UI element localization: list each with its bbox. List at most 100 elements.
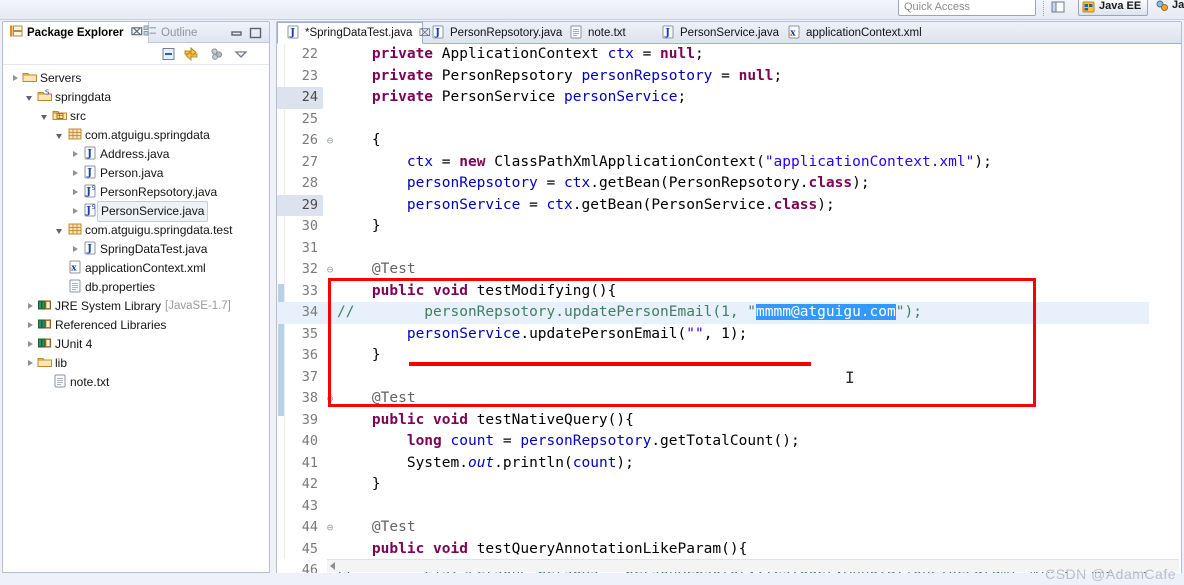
- filters-icon[interactable]: [209, 46, 225, 62]
- code-text: private ApplicationContext ctx = null;: [371, 46, 704, 62]
- view-menu-icon[interactable]: [233, 46, 249, 62]
- code-line[interactable]: 43: [277, 496, 1149, 518]
- chevron-down-icon[interactable]: [54, 126, 67, 145]
- code-line[interactable]: 22 private ApplicationContext ctx = null…: [277, 44, 1149, 66]
- java-file-icon: J: [82, 164, 100, 183]
- tree-item-personrepsotory-java[interactable]: J S PersonRepsotory.java: [3, 183, 269, 202]
- editor-tab-note-txt[interactable]: note.txt: [561, 22, 653, 44]
- tree-item-com-atguigu-springdata-test[interactable]: com.atguigu.springdata.test: [3, 221, 269, 240]
- code-text: // personRepsotory.updatePersonEmail(1, …: [337, 304, 922, 320]
- code-line[interactable]: 30 }: [277, 216, 1149, 238]
- scroll-left-icon[interactable]: [330, 562, 335, 570]
- chevron-right-icon[interactable]: [69, 183, 82, 202]
- chevron-right-icon[interactable]: [69, 240, 82, 259]
- tab-outline[interactable]: Outline: [137, 22, 203, 43]
- editor-tab-applicationcontext-xml[interactable]: x applicationContext.xml: [779, 22, 929, 44]
- tree-item-lib[interactable]: lib: [3, 354, 269, 373]
- tree-item-applicationcontext-xml[interactable]: x applicationContext.xml: [3, 259, 269, 278]
- code-line[interactable]: 26 ⊖ {: [277, 130, 1149, 152]
- fold-collapse-icon[interactable]: ⊖: [323, 517, 337, 539]
- code-line[interactable]: 33 public void testModifying(){: [277, 281, 1149, 303]
- code-line[interactable]: 40 long count = personRepsotory.getTotal…: [277, 431, 1149, 453]
- code-text: public void testQueryAnnotationLikeParam…: [371, 540, 748, 557]
- code-line[interactable]: 41 System.out.println(count);: [277, 453, 1149, 475]
- perspective-java-ee-button[interactable]: Java EE: [1078, 0, 1148, 16]
- svg-text:S: S: [92, 204, 96, 211]
- java-perspective-icon: [1155, 0, 1169, 13]
- tree-item-servers[interactable]: Servers: [3, 69, 269, 88]
- source-editor[interactable]: 22 private ApplicationContext ctx = null…: [277, 44, 1181, 573]
- code-line[interactable]: 25: [277, 109, 1149, 131]
- open-perspective-icon[interactable]: [1050, 0, 1066, 15]
- collapse-all-icon[interactable]: [161, 46, 177, 62]
- editor-tab-label: PersonRepsotory.java: [450, 27, 563, 39]
- tree-item-referenced-libraries[interactable]: Referenced Libraries: [3, 316, 269, 335]
- code-line[interactable]: 29 personService = ctx.getBean(PersonSer…: [277, 194, 1149, 216]
- tree-item-junit-4[interactable]: JUnit 4: [3, 335, 269, 354]
- editor-tab-springdatatest-java[interactable]: J *SpringDataTest.java ⌧: [277, 22, 431, 44]
- perspective-java-button[interactable]: Java: [1152, 0, 1184, 16]
- fold-collapse-icon[interactable]: ⊖: [323, 259, 337, 281]
- chevron-right-icon[interactable]: [69, 164, 82, 183]
- chevron-down-icon[interactable]: [54, 221, 67, 240]
- tree-item-jre-system-library[interactable]: JRE System Library [JavaSE-1.7]: [3, 297, 269, 316]
- tree-item-springdata[interactable]: Sspringdata: [3, 88, 269, 107]
- tree-item-label: springdata: [55, 90, 112, 104]
- tab-package-explorer[interactable]: Package Explorer ⌧: [3, 22, 150, 43]
- chevron-right-icon[interactable]: [9, 69, 22, 88]
- chevron-right-icon[interactable]: [24, 297, 37, 316]
- code-line[interactable]: 31: [277, 238, 1149, 260]
- tree-item-src[interactable]: src: [3, 107, 269, 126]
- chevron-right-icon[interactable]: [24, 354, 37, 373]
- chevron-right-icon[interactable]: [24, 316, 37, 335]
- code-line[interactable]: 42 }: [277, 474, 1149, 496]
- code-line[interactable]: 32 ⊖ @Test: [277, 259, 1149, 281]
- tree-item-springdatatest-java[interactable]: J SpringDataTest.java: [3, 240, 269, 259]
- code-line[interactable]: 38 ⊖ @Test: [277, 388, 1149, 410]
- tree-item-com-atguigu-springdata[interactable]: com.atguigu.springdata: [3, 126, 269, 145]
- code-line[interactable]: 45 public void testQueryAnnotationLikePa…: [277, 539, 1149, 561]
- code-line[interactable]: 34 // personRepsotory.updatePersonEmail(1…: [277, 302, 1149, 324]
- code-line[interactable]: 28 personRepsotory = ctx.getBean(PersonR…: [277, 173, 1149, 195]
- java-file-s-icon: JS: [82, 202, 100, 221]
- editor-tab-personservice-java[interactable]: J PersonService.java: [653, 22, 779, 44]
- code-line[interactable]: 39 public void testNativeQuery(){: [277, 410, 1149, 432]
- quick-access-input[interactable]: Quick Access: [898, 0, 1036, 16]
- editor-tab-personrepsotory-java[interactable]: J PersonRepsotory.java: [423, 22, 563, 44]
- line-number: 40: [301, 433, 318, 449]
- tree-item-address-java[interactable]: J Address.java: [3, 145, 269, 164]
- code-line[interactable]: 37: [277, 367, 1149, 389]
- code-text: System.out.println(count);: [406, 454, 634, 471]
- java-file-icon: J: [82, 240, 100, 259]
- code-text: long count = personRepsotory.getTotalCou…: [406, 433, 800, 449]
- tree-item-label: com.atguigu.springdata: [85, 128, 210, 142]
- code-lines[interactable]: 22 private ApplicationContext ctx = null…: [277, 44, 1149, 573]
- tree-item-personservice-java[interactable]: J S PersonService.java: [3, 201, 269, 222]
- editor-area: J *SpringDataTest.java ⌧ J PersonRepsotory.j…: [276, 21, 1182, 573]
- fold-collapse-icon[interactable]: ⊖: [323, 388, 337, 410]
- svg-text:S: S: [45, 89, 50, 97]
- chevron-down-icon[interactable]: [39, 107, 52, 126]
- minimize-view-icon[interactable]: [230, 26, 243, 38]
- code-line[interactable]: 27 ctx = new ClassPathXmlApplicationCont…: [277, 152, 1149, 174]
- tree-item-label: SpringDataTest.java: [100, 242, 208, 256]
- code-line[interactable]: 35 personService.updatePersonEmail("", 1…: [277, 324, 1149, 346]
- library-icon: [37, 316, 55, 335]
- svg-text:J: J: [86, 244, 92, 255]
- project-tree[interactable]: Servers Sspringdata src com.atguigu.springd…: [3, 65, 269, 570]
- fold-collapse-icon[interactable]: ⊖: [323, 130, 337, 152]
- maximize-view-icon[interactable]: [249, 26, 262, 39]
- tree-item-sublabel: [JavaSE-1.7]: [165, 300, 231, 312]
- code-line[interactable]: 44 ⊖ @Test: [277, 517, 1149, 539]
- tree-item-note-txt[interactable]: note.txt: [3, 373, 269, 392]
- code-line[interactable]: 24 private PersonService personService;: [277, 87, 1149, 109]
- library-icon: [37, 297, 55, 316]
- chevron-right-icon[interactable]: [24, 335, 37, 354]
- chevron-right-icon[interactable]: [69, 202, 82, 221]
- chevron-down-icon[interactable]: [24, 88, 37, 107]
- chevron-right-icon[interactable]: [69, 145, 82, 164]
- link-with-editor-icon[interactable]: [183, 46, 199, 62]
- tree-item-db-properties[interactable]: db.properties: [3, 278, 269, 297]
- code-line[interactable]: 23 private PersonRepsotory personRepsoto…: [277, 66, 1149, 88]
- tree-item-person-java[interactable]: J Person.java: [3, 164, 269, 183]
